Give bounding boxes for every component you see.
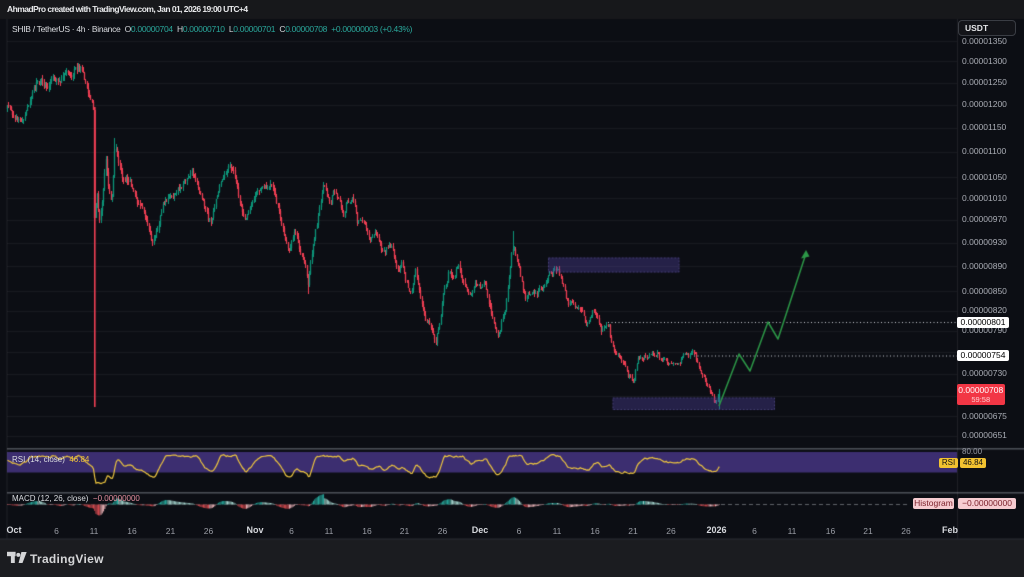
svg-text:TradingView: TradingView bbox=[30, 552, 104, 566]
